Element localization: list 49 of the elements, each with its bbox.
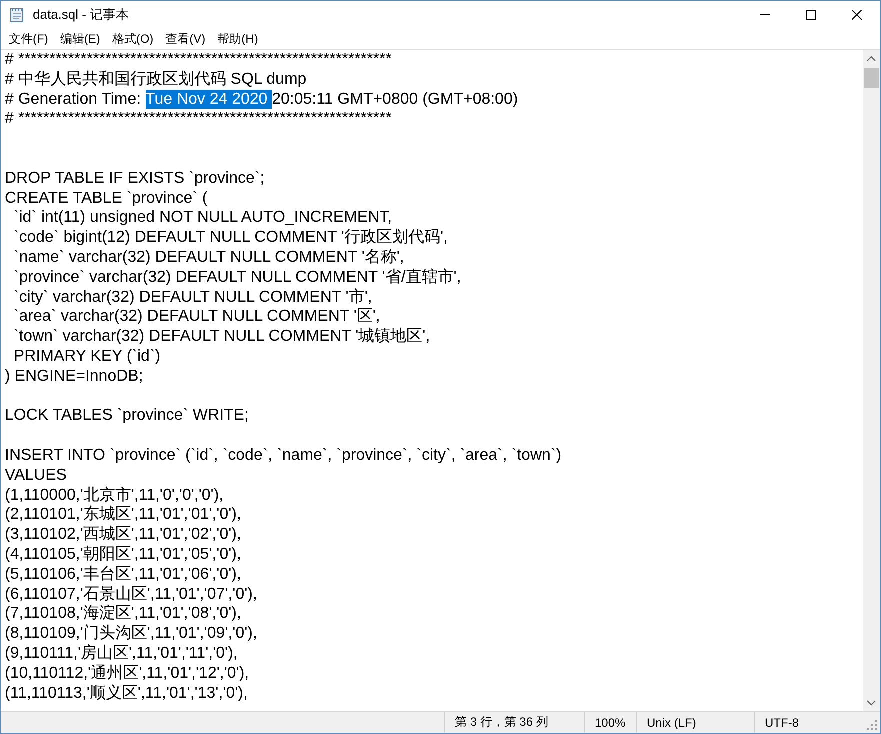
text-line: # 中华人民共和国行政区划代码 SQL dump bbox=[5, 70, 307, 90]
text-line: VALUES bbox=[5, 466, 67, 486]
text-line: `city` varchar(32) DEFAULT NULL COMMENT '市', bbox=[12, 288, 372, 308]
menu-item[interactable]: 编辑(E) bbox=[54, 30, 106, 48]
window-title: data.sql - 记事本 bbox=[33, 6, 130, 24]
text-line: (10,110112,'通州区',11,'01','12','0'), bbox=[5, 664, 250, 684]
text-line: (3,110102,'西城区',11,'01','02','0'), bbox=[5, 525, 242, 545]
text-line: (2,110101,'东城区',11,'01','01','0'), bbox=[5, 505, 242, 526]
close-icon bbox=[852, 10, 862, 20]
menu-item[interactable]: 查看(V) bbox=[160, 30, 212, 48]
text-line: `name` varchar(32) DEFAULT NULL COMMENT '名称', bbox=[12, 248, 404, 268]
status-text: 第 3 行，第 36 列 bbox=[444, 712, 584, 733]
text-line: ) ENGINE=InnoDB; bbox=[5, 366, 144, 387]
chevron-up-icon bbox=[867, 56, 876, 62]
text-line: (11,110113,'顺义区',11,'01','13','0'), bbox=[5, 684, 248, 704]
status-text: 100% bbox=[584, 712, 636, 733]
chevron-down-icon bbox=[867, 700, 876, 706]
text-line: (5,110106,'丰台区',11,'01','06','0'), bbox=[5, 564, 242, 585]
text-line: `code` bigint(12) DEFAULT NULL COMMENT '行政区划代码', bbox=[12, 228, 448, 248]
text-line: CREATE TABLE `province` ( bbox=[5, 188, 208, 208]
text-line: `area` varchar(32) DEFAULT NULL COMMENT '区', bbox=[12, 307, 380, 328]
text-line: (9,110111,'房山区',11,'01','11','0'), bbox=[5, 644, 238, 664]
text-line: DROP TABLE IF EXISTS `province`; bbox=[5, 168, 265, 189]
selected-text: Tue Nov 24 2020 bbox=[146, 90, 272, 110]
text-line: (7,110108,'海淀区',11,'01','08','0'), bbox=[5, 604, 242, 624]
text-line: `id` int(11) unsigned NOT NULL AUTO_INCREMENT, bbox=[12, 208, 392, 228]
scroll-thumb[interactable] bbox=[864, 68, 879, 88]
text-line: PRIMARY KEY (`id`) bbox=[12, 346, 161, 367]
text-line: # Generation Time: bbox=[5, 90, 142, 110]
text-line: `province` varchar(32) DEFAULT NULL COMMENT '省/直辖市', bbox=[12, 268, 462, 288]
menu-item[interactable]: 帮助(H) bbox=[212, 30, 264, 48]
status-text: Unix (LF) bbox=[636, 712, 754, 733]
text-line: # ************************************************************ bbox=[5, 109, 392, 130]
text-line: INSERT INTO `province` (`id`, `code`, `name`, `province`, `city`, `area`, `town`) bbox=[5, 446, 562, 466]
maximize-icon bbox=[806, 10, 816, 20]
status-text: UTF-8 bbox=[754, 712, 866, 733]
text-line: 20:05:11 GMT+0800 (GMT+08:00) bbox=[272, 90, 518, 110]
menu-item[interactable]: 格式(O) bbox=[106, 30, 160, 48]
text-line: `town` varchar(32) DEFAULT NULL COMMENT '城镇地区', bbox=[12, 327, 430, 347]
text-line: (4,110105,'朝阳区',11,'01','05','0'), bbox=[5, 544, 242, 565]
menu-item[interactable]: 文件(F) bbox=[3, 30, 54, 48]
resize-grip-icon[interactable] bbox=[866, 719, 878, 731]
text-line: (6,110107,'石景山区',11,'01','07','0'), bbox=[5, 584, 258, 604]
notepad-icon bbox=[9, 7, 25, 23]
text-line: (1,110000,'北京市',11,'0','0','0'), bbox=[5, 486, 224, 506]
text-line: (8,110109,'门头沟区',11,'01','09','0'), bbox=[5, 624, 258, 644]
text-line: # ************************************************************ bbox=[5, 50, 392, 70]
text-line: LOCK TABLES `province` WRITE; bbox=[5, 406, 249, 426]
vertical-scrollbar[interactable] bbox=[863, 50, 880, 711]
